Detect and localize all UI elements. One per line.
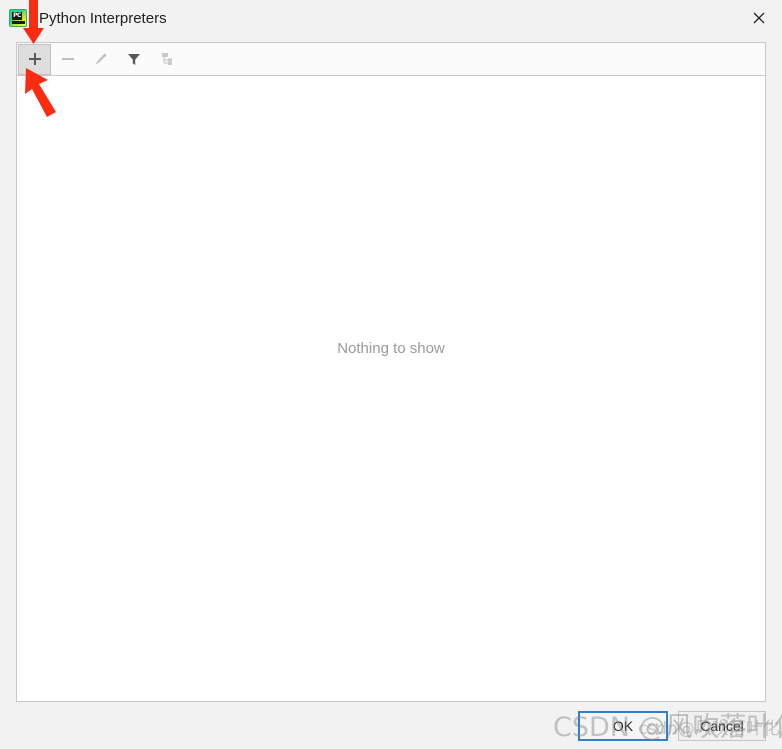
edit-interpreter-button — [84, 44, 117, 75]
interpreter-toolbar — [16, 42, 766, 75]
funnel-icon — [127, 54, 140, 65]
close-button[interactable] — [736, 0, 782, 36]
dialog-title: Python Interpreters — [39, 9, 167, 27]
close-icon — [753, 12, 765, 24]
pencil-icon — [95, 53, 106, 64]
pycharm-icon-label: PC — [12, 12, 22, 20]
add-interpreter-button[interactable] — [18, 43, 51, 75]
hierarchy-icon — [161, 53, 172, 65]
ok-button[interactable]: OK — [578, 710, 668, 741]
interpreters-list-panel[interactable]: Nothing to show — [16, 75, 766, 702]
cancel-button[interactable]: Cancel — [678, 710, 766, 741]
pycharm-icon-bar — [12, 21, 25, 24]
remove-interpreter-button — [51, 44, 84, 75]
minus-icon — [61, 58, 74, 60]
python-interpreters-dialog: PC Python Interpreters Nothing to show O… — [0, 0, 782, 749]
empty-state-message: Nothing to show — [337, 340, 445, 357]
pycharm-icon: PC — [9, 9, 27, 27]
title-bar: PC Python Interpreters — [0, 0, 782, 36]
dialog-footer: OK Cancel — [0, 702, 782, 749]
filter-button[interactable] — [117, 44, 150, 75]
show-paths-button — [150, 44, 183, 75]
plus-icon — [28, 53, 41, 65]
